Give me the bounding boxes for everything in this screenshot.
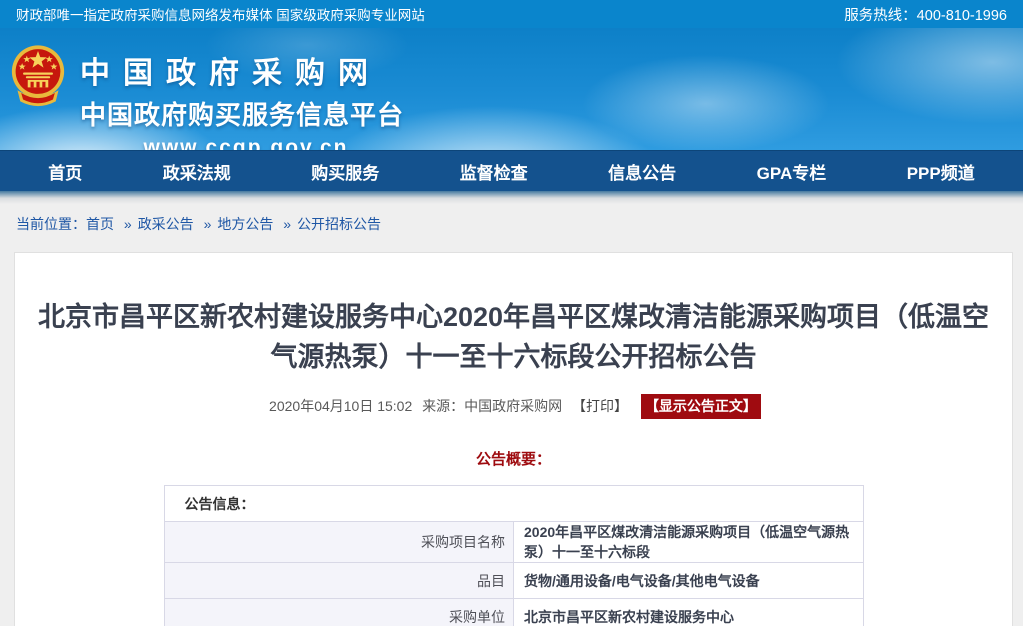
summary-heading: 公告概要：	[15, 448, 1012, 469]
breadcrumb-home[interactable]: 首页	[86, 216, 114, 232]
print-button[interactable]: 【打印】	[572, 398, 628, 414]
main-nav: 首页 政采法规 购买服务 监督检查 信息公告 GPA专栏 PPP频道	[0, 150, 1023, 191]
breadcrumb-prefix: 当前位置：	[16, 216, 86, 232]
row-project-name-label: 采购项目名称	[164, 522, 514, 563]
table-row: 采购单位 北京市昌平区新农村建设服务中心	[164, 599, 863, 626]
table-row: 采购项目名称 2020年昌平区煤改清洁能源采购项目（低温空气源热泵）十一至十六标…	[164, 522, 863, 563]
breadcrumb-separator: »	[204, 216, 212, 232]
nav-item-purchase-services[interactable]: 购买服务	[311, 159, 379, 184]
top-utility-bar: 财政部唯一指定政府采购信息网络发布媒体 国家级政府采购专业网站 服务热线：400…	[0, 0, 1023, 28]
row-project-name-value: 2020年昌平区煤改清洁能源采购项目（低温空气源热泵）十一至十六标段	[514, 522, 864, 563]
national-emblem-icon	[10, 41, 66, 122]
table-header-row: 公告信息：	[164, 486, 863, 522]
nav-item-gpa[interactable]: GPA专栏	[757, 159, 827, 184]
nav-item-home[interactable]: 首页	[48, 159, 82, 184]
table-header-cell: 公告信息：	[164, 486, 863, 522]
site-subtitle: 中国政府购买服务信息平台	[80, 95, 412, 132]
nav-item-announcements[interactable]: 信息公告	[608, 159, 676, 184]
breadcrumb-open-tender[interactable]: 公开招标公告	[297, 216, 381, 232]
row-category-value: 货物/通用设备/电气设备/其他电气设备	[514, 563, 864, 599]
site-name: 中国政府采购网	[80, 48, 412, 92]
row-category-label: 品目	[164, 563, 514, 599]
breadcrumb-local-announcements[interactable]: 地方公告	[217, 216, 273, 232]
brand-block: 中国政府采购网 中国政府购买服务信息平台 www.ccgp.gov.cn	[80, 48, 412, 150]
page-title: 北京市昌平区新农村建设服务中心2020年昌平区煤改清洁能源采购项目（低温空气源热…	[31, 297, 996, 377]
breadcrumb: 当前位置：首页 » 政采公告 » 地方公告 » 公开招标公告	[0, 204, 1023, 252]
announcement-summary-table: 公告信息： 采购项目名称 2020年昌平区煤改清洁能源采购项目（低温空气源热泵）…	[164, 485, 864, 626]
site-url: www.ccgp.gov.cn	[80, 136, 412, 150]
site-slogan: 财政部唯一指定政府采购信息网络发布媒体 国家级政府采购专业网站	[16, 4, 425, 24]
service-hotline: 服务热线：400-810-1996	[844, 4, 1007, 25]
content-panel: 北京市昌平区新农村建设服务中心 2020年昌平区煤改清洁能源采购项目（低温空气源热…	[14, 252, 1013, 626]
show-notice-button[interactable]: 【显示公告正文】	[641, 394, 761, 419]
article-source: 来源：中国政府采购网	[422, 398, 562, 414]
row-purchaser-label: 采购单位	[164, 599, 514, 626]
breadcrumb-separator: »	[283, 216, 291, 232]
nav-item-supervision[interactable]: 监督检查	[460, 159, 528, 184]
breadcrumb-procurement-announcements[interactable]: 政采公告	[138, 216, 194, 232]
table-row: 品目 货物/通用设备/电气设备/其他电气设备	[164, 563, 863, 599]
nav-item-regulations[interactable]: 政采法规	[163, 159, 231, 184]
breadcrumb-separator: »	[124, 216, 132, 232]
row-purchaser-value: 北京市昌平区新农村建设服务中心	[514, 599, 864, 626]
article-meta: 2020年04月10日 15:02 来源：中国政府采购网 【打印】 【显示公告正…	[15, 394, 1012, 419]
nav-item-ppp[interactable]: PPP频道	[907, 159, 975, 184]
site-header: 中国政府采购网 中国政府购买服务信息平台 www.ccgp.gov.cn	[0, 28, 1023, 150]
nav-shadow	[0, 191, 1023, 204]
publish-date: 2020年04月10日 15:02	[269, 398, 412, 414]
